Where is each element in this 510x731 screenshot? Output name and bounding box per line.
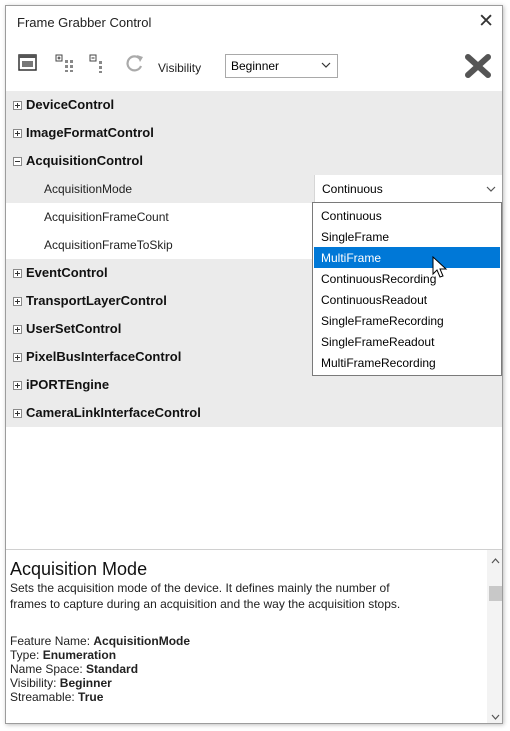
category-label: DeviceControl: [26, 97, 115, 112]
scrollbar-thumb[interactable]: [489, 586, 502, 601]
visibility-value: Beginner: [231, 59, 280, 73]
description-panel: Acquisition Mode Sets the acquisition mo…: [6, 549, 502, 723]
description-text: Sets the acquisition mode of the device.…: [10, 580, 480, 612]
namespace-line: Name Space: Standard: [10, 662, 139, 676]
category-label: ImageFormatControl: [26, 125, 154, 140]
category-label: iPORTEngine: [26, 377, 110, 392]
category-row-image-format-control[interactable]: ImageFormatControl: [6, 119, 502, 147]
dropdown-option-multi-frame-recording[interactable]: MultiFrameRecording: [314, 352, 500, 373]
dropdown-option-single-frame[interactable]: SingleFrame: [314, 226, 500, 247]
mouse-cursor-icon: [432, 256, 448, 278]
acquisition-mode-dropdown: Continuous SingleFrame MultiFrame Contin…: [312, 202, 502, 376]
dropdown-option-multi-frame[interactable]: MultiFrame: [314, 247, 500, 268]
window-title: Frame Grabber Control: [17, 15, 152, 30]
property-label: AcquisitionMode: [44, 182, 133, 196]
category-label: UserSetControl: [26, 321, 122, 336]
dropdown-option-continuous-readout[interactable]: ContinuousReadout: [314, 289, 500, 310]
frame-grabber-window: Frame Grabber Control ✕ Visibility Begin…: [5, 5, 503, 724]
property-label: AcquisitionFrameToSkip: [44, 238, 173, 252]
description-title: Acquisition Mode: [10, 559, 148, 579]
expand-icon[interactable]: [13, 381, 22, 390]
category-label: AcquisitionControl: [26, 153, 143, 168]
refresh-icon[interactable]: [124, 52, 146, 74]
category-label: PixelBusInterfaceControl: [26, 349, 182, 364]
chevron-down-icon: [486, 186, 496, 192]
description-scrollbar[interactable]: [487, 550, 502, 723]
category-row-acquisition-control[interactable]: AcquisitionControl: [6, 147, 502, 175]
chevron-down-icon: [321, 62, 331, 68]
expand-icon[interactable]: [13, 325, 22, 334]
visibility-label: Visibility: [158, 61, 202, 75]
expand-icon[interactable]: [13, 409, 22, 418]
streamable-line: Streamable: True: [10, 690, 104, 704]
description-line: Sets the acquisition mode of the device.…: [10, 581, 390, 595]
big-x-icon[interactable]: [465, 54, 491, 78]
dropdown-option-continuous[interactable]: Continuous: [314, 205, 500, 226]
category-label: EventControl: [26, 265, 108, 280]
collapse-all-icon[interactable]: [88, 52, 110, 74]
close-icon[interactable]: ✕: [478, 11, 494, 33]
dropdown-option-continuous-recording[interactable]: ContinuousRecording: [314, 268, 500, 289]
expand-icon[interactable]: [13, 269, 22, 278]
expand-icon[interactable]: [13, 129, 22, 138]
property-label: AcquisitionFrameCount: [44, 210, 169, 224]
expand-icon[interactable]: [13, 297, 22, 306]
collapse-icon[interactable]: [13, 157, 22, 166]
chevron-down-icon[interactable]: [491, 714, 500, 720]
toolbar: Visibility Beginner: [6, 42, 502, 90]
property-row-acquisition-mode[interactable]: AcquisitionMode Continuous: [6, 175, 502, 203]
expand-all-icon[interactable]: [54, 52, 76, 74]
expand-icon[interactable]: [13, 101, 22, 110]
category-row-camera-link-interface-control[interactable]: CameraLinkInterfaceControl: [6, 399, 502, 427]
chevron-up-icon[interactable]: [491, 558, 500, 564]
dropdown-option-single-frame-recording[interactable]: SingleFrameRecording: [314, 310, 500, 331]
feature-name-line: Feature Name: AcquisitionMode: [10, 634, 191, 648]
dropdown-option-single-frame-readout[interactable]: SingleFrameReadout: [314, 331, 500, 352]
expand-icon[interactable]: [13, 353, 22, 362]
title-bar: Frame Grabber Control ✕: [6, 6, 502, 40]
category-label: CameraLinkInterfaceControl: [26, 405, 201, 420]
category-row-device-control[interactable]: DeviceControl: [6, 91, 502, 119]
visibility-select[interactable]: Beginner: [225, 54, 338, 78]
property-value: Continuous: [322, 182, 383, 196]
description-line: frames to capture during an acquisition …: [10, 597, 401, 611]
properties-view-icon[interactable]: [17, 52, 39, 74]
acquisition-mode-select[interactable]: Continuous: [314, 175, 502, 203]
type-line: Type: Enumeration: [10, 648, 117, 662]
category-label: TransportLayerControl: [26, 293, 167, 308]
visibility-line: Visibility: Beginner: [10, 676, 112, 690]
